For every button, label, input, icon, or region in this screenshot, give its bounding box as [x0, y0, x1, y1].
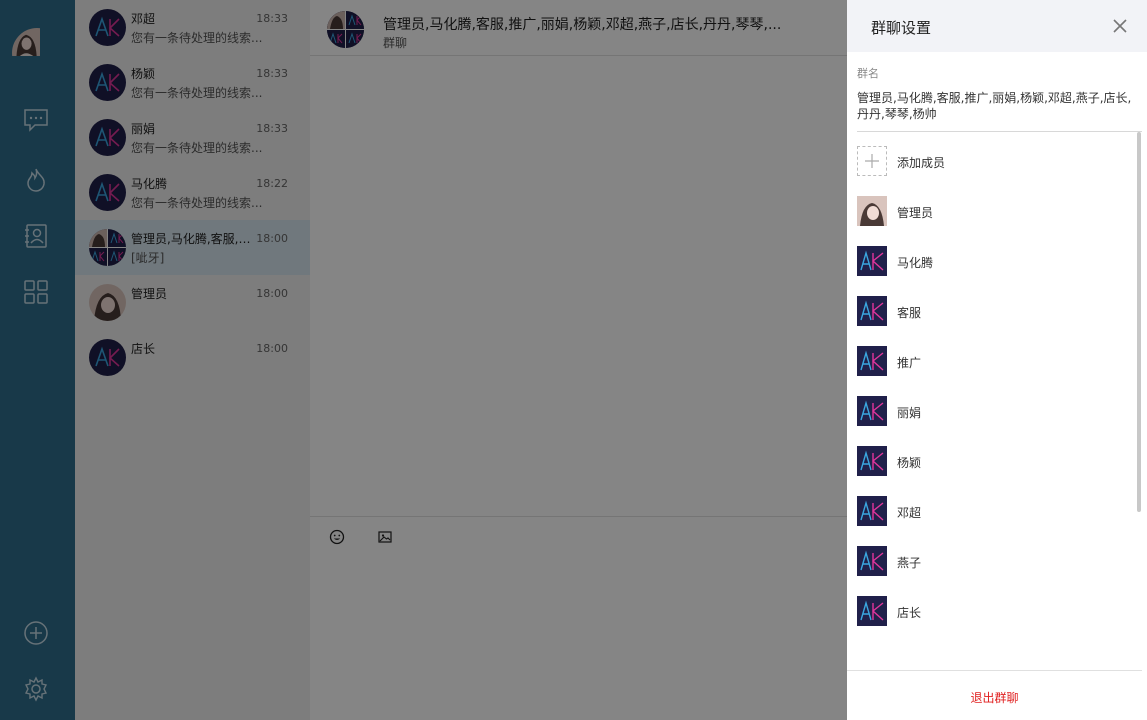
member-name: 马化腾: [897, 256, 934, 270]
member-list-scrollbar[interactable]: [1137, 132, 1141, 512]
member-name: 店长: [897, 606, 922, 620]
close-icon[interactable]: [1111, 17, 1129, 35]
member-name: 管理员: [897, 206, 934, 220]
add-member-button[interactable]: 添加成员: [857, 146, 1127, 176]
member-item[interactable]: 推广: [857, 346, 1127, 376]
group-settings-drawer: 群聊设置 群名 管理员,马化腾,客服,推广,丽娟,杨颖,邓超,燕子,店长,丹丹,…: [847, 0, 1147, 720]
member-item[interactable]: 管理员: [857, 196, 1127, 226]
member-item[interactable]: 客服: [857, 296, 1127, 326]
drawer-title: 群聊设置: [871, 19, 932, 37]
divider: [857, 131, 1142, 132]
member-name: 丽娟: [897, 406, 922, 420]
member-name: 杨颖: [897, 456, 922, 470]
member-name: 客服: [897, 306, 922, 320]
ak-avatar: [857, 396, 887, 426]
drawer-header: 群聊设置: [847, 0, 1147, 52]
ak-avatar: [857, 296, 887, 326]
ak-avatar: [857, 496, 887, 526]
member-name: 推广: [897, 356, 922, 370]
member-item[interactable]: 丽娟: [857, 396, 1127, 426]
plus-icon: [857, 146, 887, 176]
member-item[interactable]: 杨颖: [857, 446, 1127, 476]
ak-avatar: [857, 546, 887, 576]
exit-group-button[interactable]: 退出群聊: [847, 689, 1142, 706]
member-name: 邓超: [897, 506, 922, 520]
add-member-label: 添加成员: [897, 156, 946, 170]
group-name-label: 群名: [857, 67, 879, 80]
group-name-value[interactable]: 管理员,马化腾,客服,推广,丽娟,杨颖,邓超,燕子,店长,丹丹,琴琴,杨帅: [857, 90, 1139, 122]
member-item[interactable]: 马化腾: [857, 246, 1127, 276]
ak-avatar: [857, 446, 887, 476]
member-name: 燕子: [897, 556, 922, 570]
member-item[interactable]: 邓超: [857, 496, 1127, 526]
ak-avatar: [857, 246, 887, 276]
drawer-footer: 退出群聊: [847, 670, 1142, 720]
ak-avatar: [857, 346, 887, 376]
member-item[interactable]: 店长: [857, 596, 1127, 626]
member-item[interactable]: 燕子: [857, 546, 1127, 576]
modal-overlay[interactable]: [0, 0, 847, 720]
ak-avatar: [857, 596, 887, 626]
user-avatar: [857, 196, 887, 226]
